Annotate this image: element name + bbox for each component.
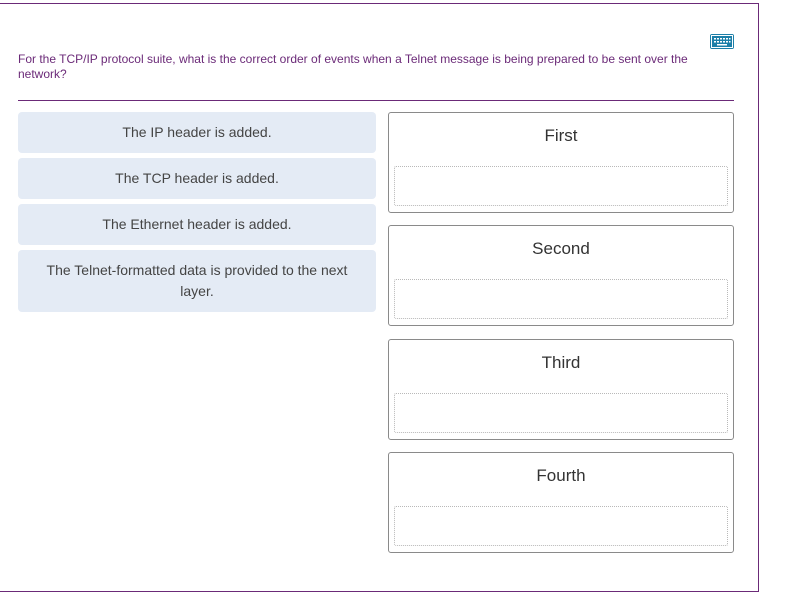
drop-zone-fourth[interactable] [394, 506, 728, 546]
drop-zone-second[interactable] [394, 279, 728, 319]
target-label-fourth: Fourth [536, 466, 586, 485]
drop-zone-first[interactable] [394, 166, 728, 206]
target-label-third: Third [541, 353, 581, 372]
target-third: Third [388, 339, 734, 440]
target-first: First [388, 112, 734, 213]
option-tcp-header[interactable]: The TCP header is added. [18, 158, 376, 199]
target-fourth: Fourth [388, 452, 734, 553]
option-telnet-data[interactable]: The Telnet-formatted data is provided to… [18, 250, 376, 312]
question-text: For the TCP/IP protocol suite, what is t… [18, 52, 688, 81]
target-label-first: First [544, 126, 578, 145]
drop-zone-third[interactable] [394, 393, 728, 433]
option-ip-header[interactable]: The IP header is added. [18, 112, 376, 153]
target-second: Second [388, 225, 734, 326]
divider [18, 100, 734, 101]
keyboard-icon[interactable] [710, 34, 734, 49]
option-ethernet-header[interactable]: The Ethernet header is added. [18, 204, 376, 245]
target-label-second: Second [532, 239, 590, 258]
